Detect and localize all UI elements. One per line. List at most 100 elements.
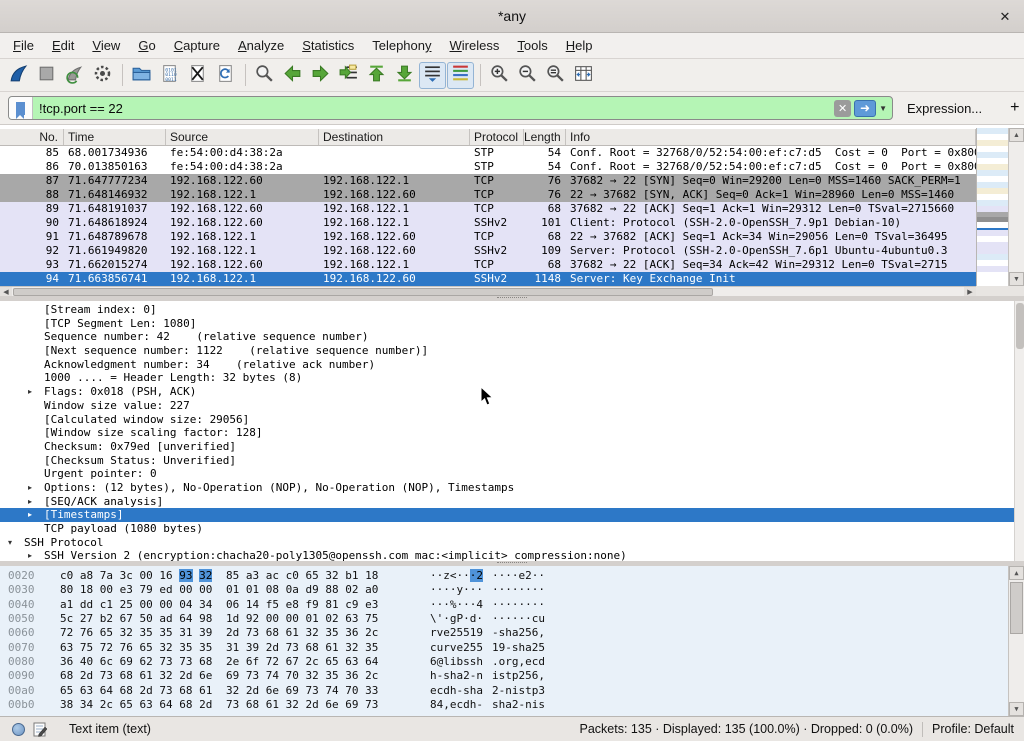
resize-columns-button[interactable] [570,62,597,89]
hex-byte[interactable]: c0 [286,569,299,582]
hex-byte[interactable]: 88 [325,583,338,596]
hex-byte[interactable]: 65 [325,655,338,668]
detail-line[interactable]: [Calculated window size: 29056] [0,413,1024,427]
hex-byte[interactable]: 32 [325,569,338,582]
hex-byte[interactable]: 0a [286,583,299,596]
hex-byte[interactable]: f9 [306,598,319,611]
hex-byte[interactable]: ac [266,569,279,582]
hex-row[interactable]: 00505c 27 b2 67 50 ad 64 981d 92 00 00 0… [0,612,1024,626]
hex-byte[interactable]: 5c [60,612,73,625]
hex-byte[interactable]: dd [80,598,93,611]
hex-byte[interactable]: 2d [226,626,239,639]
hex-byte[interactable]: 64 [365,655,378,668]
bytes-scroll-up-icon[interactable]: ▲ [1009,566,1024,580]
hex-byte[interactable]: 50 [140,612,153,625]
hex-byte[interactable]: 32 [159,641,172,654]
hex-byte[interactable]: 61 [140,669,153,682]
packet-row-87[interactable]: 8771.647777234192.168.122.60192.168.122.… [0,174,976,188]
filter-clear-icon[interactable]: ✕ [834,100,851,117]
hex-row[interactable]: 007063 75 72 76 65 32 35 3531 39 2d 73 6… [0,641,1024,655]
hex-byte[interactable]: 64 [100,684,113,697]
hex-byte[interactable]: 63 [60,641,73,654]
hex-byte[interactable]: 34 [80,698,93,711]
scroll-left-icon[interactable]: ◀ [0,287,12,296]
hex-byte[interactable]: 6e [266,684,279,697]
hex-byte[interactable]: 72 [266,655,279,668]
packet-row-86[interactable]: 8670.013850163fe:54:00:d4:38:2aSTP54Conf… [0,160,976,174]
collapsed-arrow-icon[interactable]: ▸ [28,508,32,522]
hex-row[interactable]: 006072 76 65 32 35 35 31 392d 73 68 61 3… [0,626,1024,640]
hex-byte[interactable]: 68 [120,669,133,682]
hex-byte[interactable]: 72 [60,626,73,639]
hex-byte[interactable]: 32 [226,684,239,697]
hex-byte[interactable]: 73 [179,655,192,668]
hex-row[interactable]: 0040a1 dd c1 25 00 00 04 3406 14 f5 e8 f… [0,598,1024,612]
detail-line[interactable]: Window size value: 227 [0,399,1024,413]
go-forward-button[interactable] [307,62,334,89]
hex-byte[interactable]: 2e [226,655,239,668]
detail-line[interactable]: 1000 .... = Header Length: 32 bytes (8) [0,371,1024,385]
hex-byte[interactable]: 35 [325,669,338,682]
go-last-button[interactable] [391,62,418,89]
hex-byte[interactable]: 61 [325,641,338,654]
hex-byte[interactable]: 73 [246,669,259,682]
hex-byte[interactable]: 36 [345,626,358,639]
hex-byte[interactable]: 79 [140,583,153,596]
hex-row[interactable]: 008036 40 6c 69 62 73 73 682e 6f 72 67 2… [0,655,1024,669]
packet-list-vscrollbar[interactable]: ▲ ▼ [1008,128,1024,286]
column-header-info[interactable]: Info [566,129,976,145]
packet-row-90[interactable]: 9071.648618924192.168.122.60192.168.122.… [0,216,976,230]
detail-line[interactable]: ▸[SEQ/ACK analysis] [0,495,1024,509]
hex-byte[interactable]: 01 [246,583,259,596]
menu-capture[interactable]: Capture [165,35,229,56]
bytes-scroll-thumb[interactable] [1010,582,1023,634]
hex-byte[interactable]: 32 [306,669,319,682]
hex-byte[interactable]: 04 [179,598,192,611]
hex-byte[interactable]: e3 [365,598,378,611]
hex-byte[interactable]: 35 [365,641,378,654]
hex-byte[interactable]: 75 [80,641,93,654]
hex-byte[interactable]: 65 [140,641,153,654]
hex-row[interactable]: 00a065 63 64 68 2d 73 68 6132 2d 6e 69 7… [0,684,1024,698]
hex-byte[interactable]: c0 [60,569,73,582]
hex-byte[interactable]: 25 [120,598,133,611]
detail-line[interactable]: ▸Options: (12 bytes), No-Operation (NOP)… [0,481,1024,495]
zoom-out-button[interactable] [514,62,541,89]
hex-byte[interactable]: 63 [345,655,358,668]
hex-byte[interactable]: 6c [100,655,113,668]
detail-line[interactable]: ▾SSH Protocol [0,536,1024,550]
auto-scroll-button[interactable] [419,62,446,89]
hex-byte[interactable]: 01 [226,583,239,596]
hex-byte[interactable]: 36 [345,669,358,682]
hex-byte[interactable]: 73 [226,698,239,711]
detail-line[interactable]: [Stream index: 0] [0,303,1024,317]
hex-byte[interactable]: 2d [199,698,212,711]
hex-byte[interactable]: 68 [246,698,259,711]
hex-byte[interactable]: 34 [199,598,212,611]
hex-byte[interactable]: 18 [365,569,378,582]
hex-byte[interactable]: 2d [179,669,192,682]
detail-line[interactable]: Sequence number: 42 (relative sequence n… [0,330,1024,344]
hex-byte[interactable]: 76 [80,626,93,639]
hex-byte[interactable]: a8 [80,569,93,582]
packet-list-hscrollbar[interactable]: ◀ ▶ [0,286,976,296]
hex-byte[interactable]: 69 [226,669,239,682]
hex-byte[interactable]: b1 [345,569,358,582]
packet-row-91[interactable]: 9171.648789678192.168.122.1192.168.122.6… [0,230,976,244]
bytes-scroll-down-icon[interactable]: ▼ [1009,702,1024,716]
hex-byte[interactable]: 00 [159,598,172,611]
filter-apply-icon[interactable]: ➜ [854,100,876,117]
start-capture-button[interactable] [5,62,32,89]
hex-byte[interactable]: 06 [226,598,239,611]
hex-byte[interactable]: 67 [286,655,299,668]
detail-line[interactable]: TCP payload (1080 bytes) [0,522,1024,536]
menu-statistics[interactable]: Statistics [293,35,363,56]
hex-byte[interactable]: a0 [365,583,378,596]
hex-byte[interactable]: 3c [120,569,133,582]
hex-byte[interactable]: 00 [140,598,153,611]
hex-byte[interactable]: 93 [179,569,192,582]
hex-byte[interactable]: 35 [140,626,153,639]
menu-tools[interactable]: Tools [508,35,556,56]
scroll-up-icon[interactable]: ▲ [1009,128,1024,142]
zoom-original-button[interactable] [542,62,569,89]
